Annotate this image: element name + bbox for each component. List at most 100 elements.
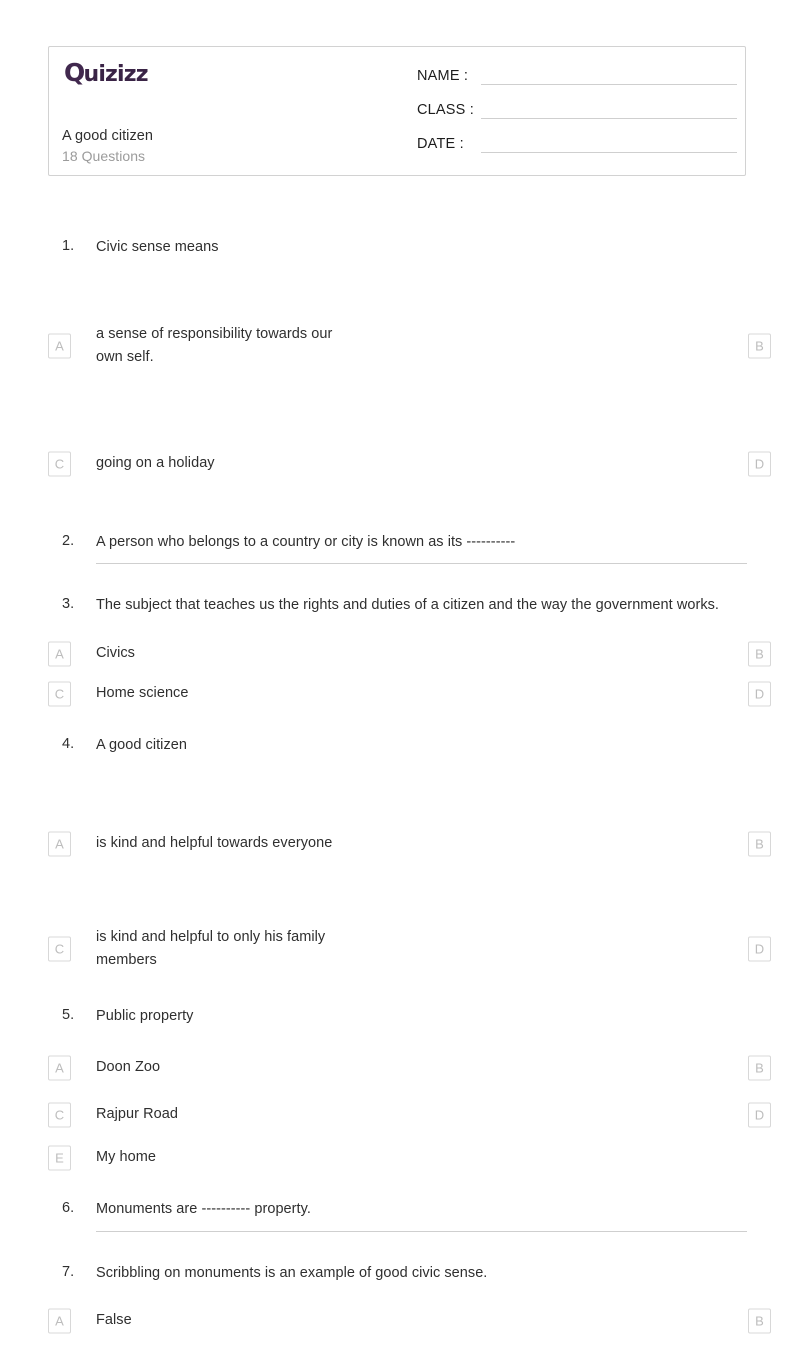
answer-option[interactable]: Ais kind and helpful towards everyone	[0, 773, 350, 914]
questions-list: 1. Civic sense means Aa sense of responsib…	[0, 236, 794, 1361]
answer-option[interactable]: DIs kind only to himself	[350, 914, 788, 985]
answer-option[interactable]: Cgoing on a holiday	[0, 417, 350, 511]
question-text: Public property	[96, 1007, 194, 1024]
answer-option-text: My home	[96, 1149, 156, 1166]
answer-option-row: A False BTrue	[0, 1301, 794, 1341]
answer-option[interactable]: A False	[0, 1301, 350, 1341]
answer-option[interactable]: E My home	[0, 1138, 350, 1178]
answer-option-letter: B	[748, 641, 771, 666]
answer-option[interactable]: Aa sense of responsibility towards our o…	[0, 276, 350, 417]
answer-option-letter: A	[48, 641, 71, 666]
question-spacer	[0, 560, 794, 594]
question-number: 1.	[62, 238, 75, 254]
question-spacer	[0, 1178, 794, 1198]
date-field-label: DATE :	[417, 136, 464, 152]
answer-option[interactable]: A Doon Zoo	[0, 1044, 350, 1091]
answer-option-letter: A	[48, 1308, 71, 1334]
answer-option-letter: B	[748, 831, 771, 856]
question-spacer	[0, 511, 794, 531]
answer-option-text: Home science	[96, 684, 189, 701]
answer-option-text: Doon Zoo	[96, 1058, 161, 1075]
question-header: 5. Public property	[0, 1005, 794, 1029]
answer-option[interactable]: DUsing our senses to experience the worl…	[350, 417, 788, 511]
answer-option-letter: C	[48, 1102, 71, 1127]
question-block: 3. The subject that teaches us the rights…	[0, 594, 794, 714]
question-text: Monuments are ---------- property.	[96, 1201, 311, 1217]
question-header: 6. Monuments are ---------- property.	[0, 1198, 794, 1232]
question-number: 7.	[62, 1263, 75, 1280]
answer-option[interactable]: BGandhi Park	[350, 1044, 788, 1091]
answer-option-letter: D	[748, 681, 771, 706]
answer-option-row: C Home science DGeography	[0, 674, 794, 714]
question-count-label: 18 Questions	[62, 148, 146, 164]
header-left-column: Quizizz A good citizen 18 Questions	[49, 47, 409, 175]
question-spacer	[0, 1228, 794, 1262]
answer-option-letter: C	[48, 936, 71, 962]
answer-option[interactable]: C Home science	[0, 674, 350, 714]
answer-option-row: E My home	[0, 1138, 794, 1178]
answer-options: A Civics BHistory C Home science DGeography	[0, 634, 794, 714]
answer-option-letter: A	[48, 1055, 71, 1080]
question-header: 7. Scribbling on monuments is an example …	[0, 1262, 794, 1286]
question-spacer	[0, 1341, 794, 1361]
answer-option-empty	[350, 1138, 788, 1178]
question-header: 4. A good citizen	[0, 734, 794, 758]
name-field-input[interactable]	[481, 67, 737, 85]
date-field-input[interactable]	[481, 135, 737, 153]
answer-option-letter: C	[48, 451, 71, 476]
date-field-row: DATE :	[417, 135, 737, 169]
answer-options: A False BTrue	[0, 1301, 794, 1341]
name-field-row: NAME :	[417, 67, 737, 101]
question-header: 2. A person who belongs to a country or c…	[0, 531, 794, 564]
question-spacer	[0, 985, 794, 1005]
answer-options: A Doon Zoo BGandhi ParkCRajpur RoadDPacifi…	[0, 1044, 794, 1178]
quiz-title: A good citizen	[62, 128, 153, 144]
answer-option-row: Aa sense of responsibility towards our o…	[0, 276, 794, 417]
answer-option-letter: C	[48, 681, 71, 706]
student-info-fields: NAME : CLASS : DATE :	[417, 67, 737, 169]
class-field-input[interactable]	[481, 101, 737, 119]
answer-options: Aa sense of responsibility towards our o…	[0, 276, 794, 511]
answer-options: Ais kind and helpful towards everyoneBis…	[0, 773, 794, 985]
answer-option[interactable]: A Civics	[0, 634, 350, 674]
answer-option[interactable]: BTrue	[350, 1301, 788, 1341]
answer-option-letter: A	[48, 333, 71, 359]
name-field-label: NAME :	[417, 68, 469, 84]
answer-option[interactable]: C Rajpur Road	[0, 1091, 350, 1138]
worksheet-page: Quizizz A good citizen 18 Questions NAME…	[0, 0, 794, 1334]
worksheet-header-card: Quizizz A good citizen 18 Questions NAME…	[48, 46, 746, 176]
class-field-row: CLASS :	[417, 101, 737, 135]
answer-option-text: Civics	[96, 644, 135, 661]
answer-blank-line[interactable]	[96, 1230, 747, 1232]
answer-option-text: False	[96, 1312, 132, 1329]
quizizz-logo-text: uizizz	[83, 62, 148, 87]
answer-option[interactable]: Cis kind and helpful to only his family …	[0, 914, 350, 985]
class-field-label: CLASS :	[417, 102, 475, 118]
answer-option-text: going on a holiday	[96, 454, 215, 471]
question-number: 6.	[62, 1200, 75, 1216]
answer-option-row: A Doon Zoo BGandhi Park	[0, 1044, 794, 1091]
question-block: 1. Civic sense means Aa sense of responsib…	[0, 236, 794, 511]
answer-option[interactable]: Bis not kind and helpful to anyone	[350, 773, 788, 914]
question-number: 3.	[62, 596, 75, 612]
question-block: 2. A person who belongs to a country or c…	[0, 531, 794, 564]
answer-option[interactable]: Ba sense of responsibility towards the p…	[350, 276, 788, 417]
quizizz-logo-q-icon: Q	[64, 58, 85, 87]
answer-blank-line[interactable]	[96, 563, 747, 564]
question-number: 5.	[62, 1006, 75, 1023]
answer-option-row: CRajpur RoadDPacific Mall	[0, 1091, 794, 1138]
answer-option-row: Cgoing on a holidayDUsing our senses to …	[0, 417, 794, 511]
answer-option-row: Cis kind and helpful to only his family …	[0, 914, 794, 985]
question-block: 6. Monuments are ---------- property.	[0, 1198, 794, 1232]
question-text: Scribbling on monuments is an example of…	[96, 1264, 488, 1281]
answer-option[interactable]: DGeography	[350, 674, 788, 714]
answer-option-letter: D	[748, 936, 771, 962]
answer-option-letter: B	[748, 333, 771, 359]
answer-option-letter: D	[748, 1102, 771, 1127]
answer-option[interactable]: BHistory	[350, 634, 788, 674]
question-spacer	[0, 714, 794, 734]
answer-option[interactable]: DPacific Mall	[350, 1091, 788, 1138]
question-block: 7. Scribbling on monuments is an example …	[0, 1262, 794, 1342]
answer-option-letter: A	[48, 831, 71, 856]
question-number: 4.	[62, 735, 75, 752]
